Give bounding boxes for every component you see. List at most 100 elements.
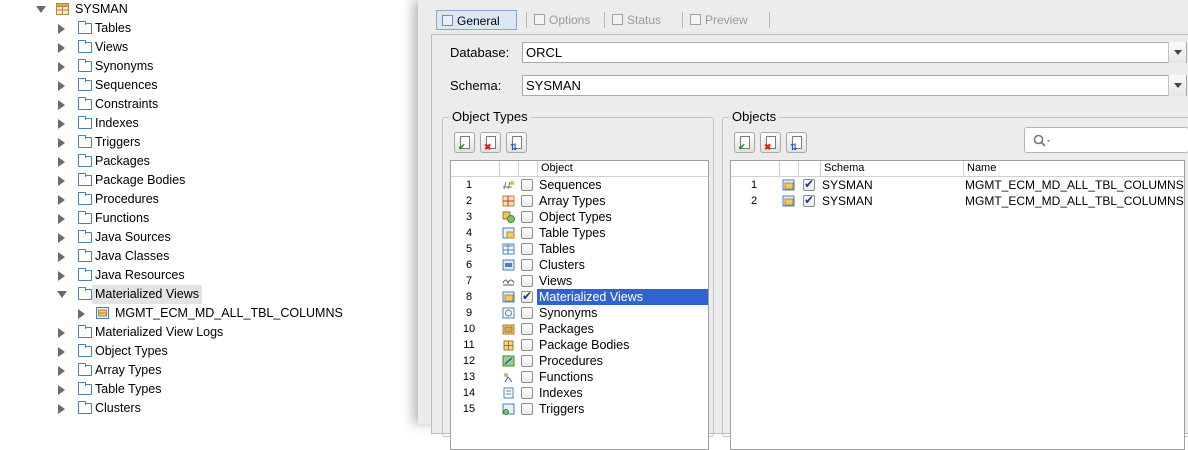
invert-objects-button[interactable]: ⇅	[786, 132, 807, 153]
object-type-row[interactable]: 7 Views	[451, 273, 708, 289]
object-type-checkbox[interactable]	[521, 227, 533, 239]
object-type-row[interactable]: 13 Functions	[451, 369, 708, 385]
materialized-view-icon	[96, 307, 109, 319]
object-type-checkbox[interactable]	[521, 355, 533, 367]
collapse-arrow-icon[interactable]	[36, 6, 46, 13]
tree-node-folder[interactable]: Java Sources	[0, 228, 418, 247]
expand-arrow-icon[interactable]	[58, 119, 65, 129]
tab-preview[interactable]: Preview	[685, 10, 777, 30]
tree-node-folder[interactable]: Functions	[0, 209, 418, 228]
deselect-all-objects-button[interactable]: ✖	[760, 132, 781, 153]
tree-node-folder[interactable]: Views	[0, 38, 418, 57]
schema-combobox[interactable]: SYSMAN	[522, 75, 1187, 96]
tree-node-folder[interactable]: Java Resources	[0, 266, 418, 285]
object-type-label: Synonyms	[539, 306, 598, 320]
expand-arrow-icon[interactable]	[58, 176, 65, 186]
object-type-row[interactable]: 14 Indexes	[451, 385, 708, 401]
object-type-row[interactable]: 8 Materialized Views	[451, 289, 708, 305]
tab-general[interactable]: General	[436, 10, 517, 30]
tree-node-folder[interactable]: Array Types	[0, 361, 418, 380]
object-type-row[interactable]: 6 Clusters	[451, 257, 708, 273]
tree-node-folder[interactable]: Synonyms	[0, 57, 418, 76]
expand-arrow-icon[interactable]	[58, 157, 65, 167]
tree-node-schema[interactable]: SYSMAN	[0, 0, 418, 19]
tree-node-folder[interactable]: Clusters	[0, 399, 418, 418]
tree-root-label: SYSMAN	[75, 2, 128, 16]
object-type-checkbox[interactable]	[521, 243, 533, 255]
expand-arrow-icon[interactable]	[58, 233, 65, 243]
select-all-types-button[interactable]: ✔	[454, 132, 475, 153]
expand-arrow-icon[interactable]	[58, 252, 65, 262]
expand-arrow-icon[interactable]	[58, 100, 65, 110]
object-type-checkbox[interactable]	[521, 259, 533, 271]
expand-arrow-icon[interactable]	[58, 214, 65, 224]
object-row[interactable]: 2 SYSMAN MGMT_ECM_MD_ALL_TBL_COLUMNS	[731, 193, 1184, 209]
object-type-checkbox[interactable]	[521, 323, 533, 335]
expand-arrow-icon[interactable]	[58, 271, 65, 281]
select-all-objects-button[interactable]: ✔	[734, 132, 755, 153]
expand-arrow-icon[interactable]	[58, 195, 65, 205]
object-type-row[interactable]: 12 Procedures	[451, 353, 708, 369]
folder-icon	[78, 192, 92, 205]
tree-node-folder[interactable]: Materialized View Logs	[0, 323, 418, 342]
collapse-arrow-icon[interactable]	[57, 291, 67, 298]
tree-node-folder[interactable]: Constraints	[0, 95, 418, 114]
expand-arrow-icon[interactable]	[58, 138, 65, 148]
objects-search-input[interactable]	[1024, 127, 1188, 153]
deselect-all-types-button[interactable]: ✖	[480, 132, 501, 153]
object-type-row[interactable]: 9 Synonyms	[451, 305, 708, 321]
database-combobox[interactable]: ORCL	[522, 42, 1187, 63]
chevron-down-icon[interactable]	[1168, 42, 1186, 63]
object-type-checkbox[interactable]	[521, 403, 533, 415]
tree-node-folder[interactable]: Package Bodies	[0, 171, 418, 190]
object-checkbox[interactable]	[803, 193, 815, 207]
object-row[interactable]: 1 SYSMAN MGMT_ECM_MD_ALL_TBL_COLUMNS	[731, 177, 1184, 193]
tree-node-folder[interactable]: Sequences	[0, 76, 418, 95]
object-type-row[interactable]: 10 Packages	[451, 321, 708, 337]
object-type-checkbox[interactable]	[521, 211, 533, 223]
tree-node-folder[interactable]: Materialized Views	[0, 285, 418, 304]
object-type-label: Object Types	[539, 210, 612, 224]
tree-node-object[interactable]: MGMT_ECM_MD_ALL_TBL_COLUMNS	[0, 304, 418, 323]
object-type-row[interactable]: 5 Tables	[451, 241, 708, 257]
object-type-row[interactable]: 11 Package Bodies	[451, 337, 708, 353]
tree-node-folder[interactable]: Tables	[0, 19, 418, 38]
tree-node-folder[interactable]: Procedures	[0, 190, 418, 209]
object-type-row[interactable]: 1 Sequences	[451, 177, 708, 193]
tree-node-folder[interactable]: Packages	[0, 152, 418, 171]
object-type-row[interactable]: 4 Table Types	[451, 225, 708, 241]
object-type-row[interactable]: 15 Triggers	[451, 401, 708, 417]
object-type-checkbox[interactable]	[521, 371, 533, 383]
object-type-checkbox[interactable]	[521, 289, 533, 303]
tree-node-label: Synonyms	[95, 59, 154, 73]
chevron-down-icon[interactable]	[1168, 75, 1186, 96]
object-type-checkbox[interactable]	[521, 339, 533, 351]
object-type-checkbox[interactable]	[521, 195, 533, 207]
expand-arrow-icon[interactable]	[58, 347, 65, 357]
object-type-row[interactable]: 2 Array Types	[451, 193, 708, 209]
row-number: 3	[465, 211, 473, 223]
expand-arrow-icon[interactable]	[58, 366, 65, 376]
object-type-checkbox[interactable]	[521, 307, 533, 319]
object-type-checkbox[interactable]	[521, 387, 533, 399]
object-type-checkbox[interactable]	[521, 275, 533, 287]
tab-status[interactable]: Status	[607, 10, 697, 30]
object-type-checkbox[interactable]	[521, 179, 533, 191]
tree-node-folder[interactable]: Triggers	[0, 133, 418, 152]
expand-arrow-icon[interactable]	[58, 81, 65, 91]
expand-arrow-icon[interactable]	[58, 385, 65, 395]
tree-node-folder[interactable]: Table Types	[0, 380, 418, 399]
expand-arrow-icon[interactable]	[58, 404, 65, 414]
tree-node-folder[interactable]: Object Types	[0, 342, 418, 361]
invert-types-button[interactable]: ⇅	[506, 132, 527, 153]
expand-arrow-icon[interactable]	[58, 43, 65, 53]
object-type-row[interactable]: 3 Object Types	[451, 209, 708, 225]
tree-node-folder[interactable]: Indexes	[0, 114, 418, 133]
expand-arrow-icon[interactable]	[58, 62, 65, 72]
expand-arrow-icon[interactable]	[58, 328, 65, 338]
expand-arrow-icon[interactable]	[58, 24, 65, 34]
object-checkbox[interactable]	[803, 177, 815, 191]
expand-arrow-icon[interactable]	[78, 309, 85, 319]
tree-node-folder[interactable]: Java Classes	[0, 247, 418, 266]
object-type-label: Packages	[539, 322, 594, 336]
